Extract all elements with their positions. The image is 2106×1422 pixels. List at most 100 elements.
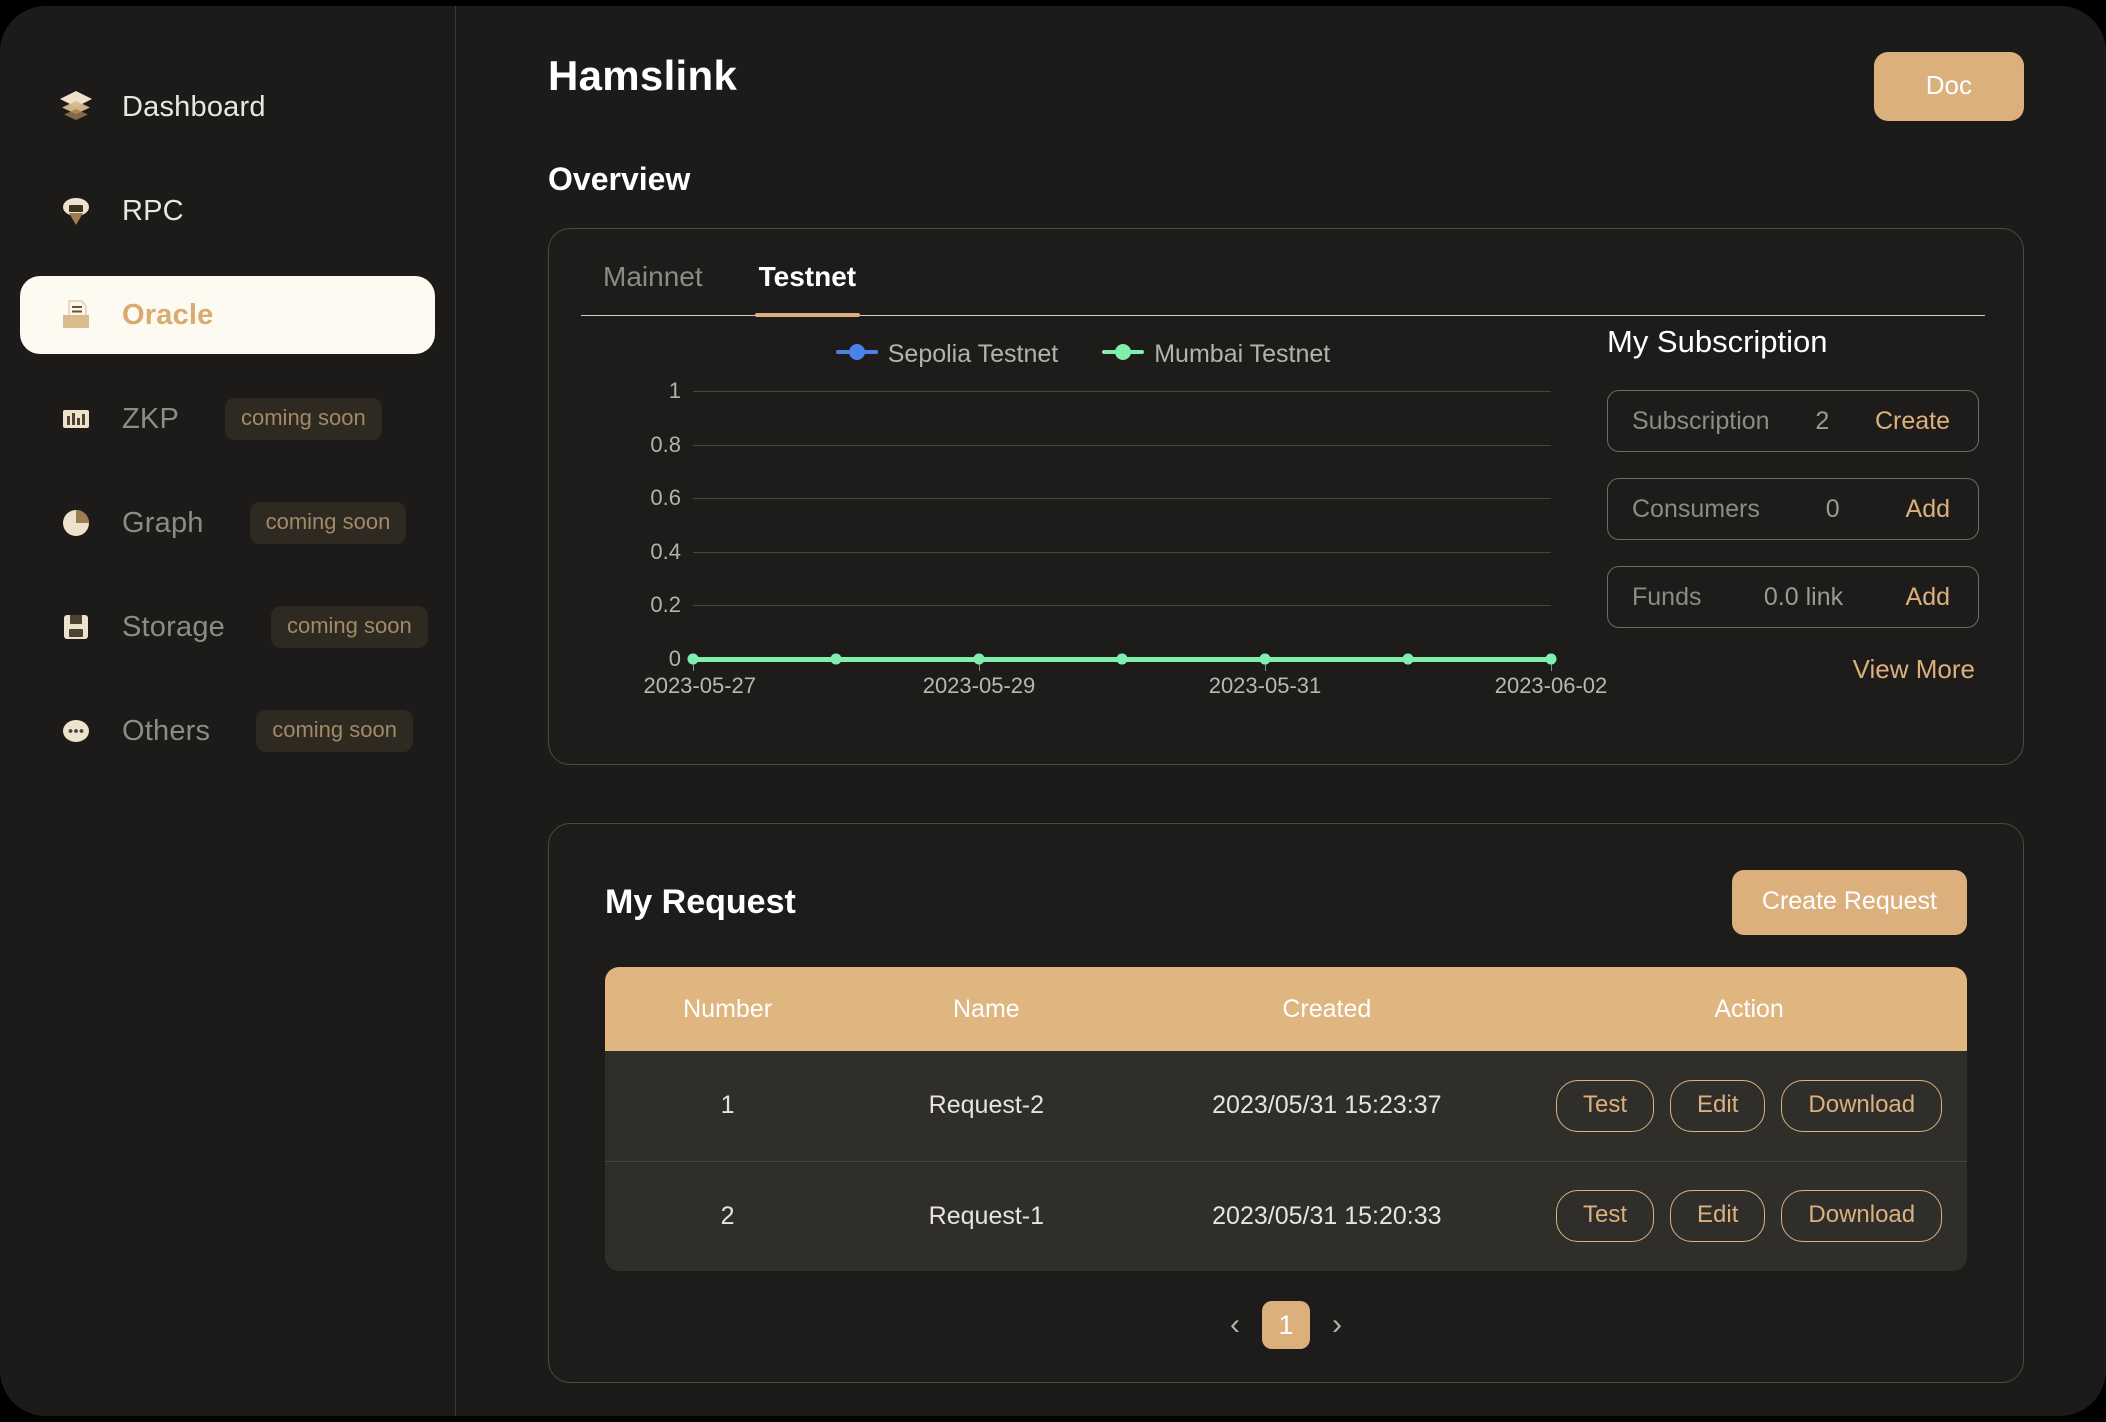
- my-request-card: My Request Create Request Number Name Crea…: [548, 823, 2024, 1383]
- table-head: Number Name Created Action: [605, 967, 1967, 1051]
- request-title: My Request: [605, 883, 796, 921]
- x-axis-tick: 2023-05-29: [922, 673, 1036, 698]
- create-request-button[interactable]: Create Request: [1731, 870, 1967, 935]
- sidebar-item-label: Oracle: [122, 298, 214, 331]
- cloud-download-icon: [56, 191, 96, 231]
- legend-item-0[interactable]: Sepolia Testnet: [835, 340, 1058, 369]
- chart-plot-area: 0 0.2 0.4 0.6 0.8 1 2023-05-27 2023-05-29 2023-0…: [643, 378, 1607, 698]
- subscription-row-action[interactable]: Create: [1875, 407, 1950, 436]
- subscription-row-value: 0.0 link: [1763, 582, 1844, 611]
- barcode-icon: [56, 399, 96, 439]
- y-axis-tick: 1: [668, 378, 681, 403]
- gridline: [693, 498, 1551, 500]
- test-button[interactable]: Test: [1556, 1079, 1655, 1132]
- y-axis-tick: 0.4: [650, 538, 681, 564]
- y-axis-tick: 0.6: [650, 485, 681, 511]
- subscription-row-label: Subscription: [1632, 406, 1770, 435]
- column-header-created: Created: [1282, 994, 1372, 1023]
- doc-button[interactable]: Doc: [1873, 52, 2024, 121]
- view-more-link[interactable]: View More: [1607, 654, 1979, 685]
- data-point[interactable]: [1545, 653, 1557, 665]
- subscription-row-funds: Funds 0.0 link Add: [1607, 566, 1979, 628]
- legend-item-1[interactable]: Mumbai Testnet: [1102, 340, 1330, 369]
- column-header-number: Number: [683, 994, 773, 1023]
- tab-testnet[interactable]: Testnet: [754, 261, 860, 317]
- requests-chart: Sepolia Testnet Mumbai Testnet 0 0.2 0.4 0.6…: [581, 316, 1607, 716]
- sidebar-item-rpc[interactable]: RPC: [20, 172, 435, 250]
- y-axis-tick: 0.2: [650, 592, 681, 618]
- sidebar-item-dashboard[interactable]: Dashboard: [20, 68, 435, 146]
- data-point[interactable]: [1259, 653, 1271, 665]
- data-point[interactable]: [973, 653, 985, 665]
- sidebar-item-label: Others: [122, 714, 211, 747]
- cell-created: 2023/05/31 15:20:33: [1212, 1201, 1442, 1230]
- page-number-1[interactable]: 1: [1262, 1301, 1310, 1349]
- floppy-disk-icon: [56, 607, 96, 647]
- edit-button[interactable]: Edit: [1670, 1079, 1766, 1132]
- action-button-group: Test Edit Download: [1531, 1190, 1967, 1243]
- table-row: 2 Request-1 2023/05/31 15:20:33 Test Edit Dow…: [605, 1161, 1967, 1271]
- tab-mainnet[interactable]: Mainnet: [603, 261, 703, 315]
- chart-legend: Sepolia Testnet Mumbai Testnet: [581, 340, 1585, 369]
- data-point[interactable]: [1116, 653, 1128, 665]
- page-title: Hamslink: [548, 52, 738, 99]
- subscription-row-action[interactable]: Add: [1906, 495, 1950, 524]
- column-header-action: Action: [1714, 994, 1784, 1023]
- cell-action: Test Edit Download: [1531, 1051, 1967, 1161]
- cell-number: 2: [720, 1201, 735, 1230]
- subscription-row-action[interactable]: Add: [1906, 583, 1950, 612]
- page-header: Hamslink Doc: [548, 52, 2024, 121]
- cell-action: Test Edit Download: [1531, 1161, 1967, 1271]
- sidebar-item-others: Others coming soon: [20, 692, 435, 770]
- overview-body: Sepolia Testnet Mumbai Testnet 0 0.2 0.4 0.6…: [581, 316, 1985, 716]
- cell-created: 2023/05/31 15:23:37: [1212, 1091, 1442, 1120]
- sidebar-item-oracle[interactable]: Oracle: [20, 276, 435, 354]
- my-subscription-panel: My Subscription Subscription 2 Create Consu…: [1585, 316, 1985, 716]
- overview-heading: Overview: [548, 161, 691, 197]
- gridline: [693, 605, 1551, 607]
- data-point[interactable]: [830, 653, 842, 665]
- coming-soon-badge: coming soon: [249, 502, 407, 544]
- sidebar-item-storage: Storage coming soon: [20, 588, 435, 666]
- table-header-row: Number Name Created Action: [605, 967, 1967, 1051]
- y-axis-tick: 0: [668, 646, 681, 671]
- subscription-row-consumers: Consumers 0 Add: [1607, 478, 1979, 540]
- sidebar-item-zkp: ZKP coming soon: [20, 380, 435, 458]
- sidebar: Dashboard RPC Oracle ZKP coming soon Graph com…: [0, 6, 456, 1416]
- subscription-row-value: 2: [1815, 406, 1830, 435]
- prev-page-icon[interactable]: ‹: [1226, 1308, 1244, 1342]
- subscription-row-label: Funds: [1632, 582, 1702, 611]
- sidebar-item-graph: Graph coming soon: [20, 484, 435, 562]
- y-axis-tick: 0.8: [650, 431, 681, 457]
- sidebar-item-label: RPC: [122, 194, 184, 227]
- app-window: Dashboard RPC Oracle ZKP coming soon Graph com…: [0, 6, 2106, 1416]
- data-point[interactable]: [687, 653, 699, 665]
- network-tabs: Mainnet Testnet: [581, 261, 1985, 317]
- coming-soon-badge: coming soon: [270, 606, 428, 648]
- requests-table: Number Name Created Action 1 Request-2 2023/0…: [605, 967, 1967, 1271]
- next-page-icon[interactable]: ›: [1328, 1308, 1346, 1342]
- subscription-title: My Subscription: [1607, 324, 1828, 359]
- gridline: [693, 391, 1551, 392]
- data-point[interactable]: [1402, 653, 1414, 665]
- download-button[interactable]: Download: [1781, 1190, 1943, 1243]
- document-tray-icon: [56, 295, 96, 335]
- sidebar-item-label: Dashboard: [122, 90, 266, 123]
- subscription-row-value: 0: [1825, 494, 1840, 523]
- gridline: [693, 444, 1551, 446]
- overview-card: Mainnet Testnet Sepolia Testnet Mumbai Tes…: [548, 228, 2024, 765]
- test-button[interactable]: Test: [1556, 1190, 1655, 1243]
- edit-button[interactable]: Edit: [1670, 1190, 1766, 1243]
- legend-label: Mumbai Testnet: [1154, 340, 1331, 368]
- action-button-group: Test Edit Download: [1531, 1079, 1967, 1132]
- legend-marker-icon: [1102, 343, 1145, 366]
- request-header: My Request Create Request: [605, 870, 1967, 935]
- download-button[interactable]: Download: [1781, 1079, 1943, 1132]
- pagination: ‹ 1 ›: [605, 1301, 1967, 1349]
- subscription-row-label: Consumers: [1632, 494, 1760, 523]
- x-axis-tick: 2023-06-02: [1494, 673, 1608, 698]
- legend-marker-icon: [835, 343, 878, 366]
- cell-name: Request-2: [928, 1091, 1045, 1120]
- coming-soon-badge: coming soon: [256, 710, 413, 752]
- table-row: 1 Request-2 2023/05/31 15:23:37 Test Edit Dow…: [605, 1051, 1967, 1161]
